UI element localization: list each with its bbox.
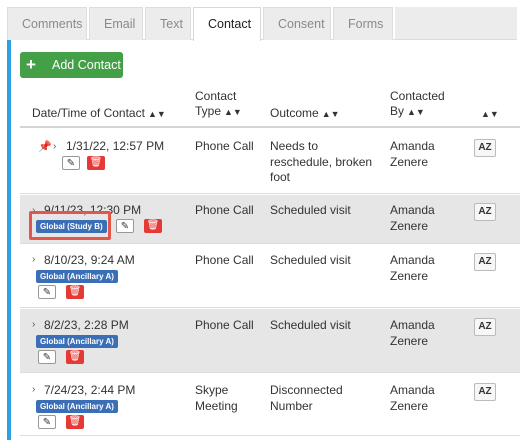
table-row: › 9/11/23, 12:30 PM Global (Study B) ✎ 🗑… (20, 195, 520, 244)
contacted-by: Amanda Zenere (390, 253, 435, 283)
contact-outcome: Scheduled visit (270, 203, 351, 217)
contact-type: Skype Meeting (195, 383, 238, 413)
table-header: Date/Time of Contact ▲▼ Contact Type ▲▼ Ou… (20, 84, 520, 128)
column-header-date-label: Date/Time of Contact (32, 106, 145, 120)
contact-outcome: Scheduled visit (270, 253, 351, 267)
trash-icon[interactable]: 🗑 (66, 350, 84, 364)
initials-badge[interactable]: AZ (474, 203, 496, 221)
contacted-by: Amanda Zenere (390, 203, 435, 233)
contact-date: 8/10/23, 9:24 AM (44, 253, 135, 267)
column-header-type[interactable]: Contact Type ▲▼ (195, 89, 255, 120)
column-header-by[interactable]: Contacted By ▲▼ (390, 89, 450, 120)
trash-icon[interactable]: 🗑 (87, 156, 105, 170)
add-contact-label: Add Contact (52, 58, 121, 72)
contact-outcome: Scheduled visit (270, 318, 351, 332)
pin-icon[interactable]: 📌 (38, 140, 52, 153)
table-row: › 7/24/23, 2:44 PM Global (Ancillary A) … (20, 374, 520, 436)
table-row: › 8/2/23, 2:28 PM Global (Ancillary A) ✎… (20, 309, 520, 373)
contact-outcome: Disconnected Number (270, 383, 343, 413)
trash-icon[interactable]: 🗑 (144, 219, 162, 233)
panel-accent-bar (7, 40, 11, 440)
plus-icon: + (26, 55, 36, 74)
edit-icon[interactable]: ✎ (62, 156, 80, 170)
column-header-outcome-label: Outcome (270, 106, 319, 120)
tab-email[interactable]: Email (89, 7, 143, 40)
contact-type: Phone Call (195, 203, 254, 217)
chevron-right-icon[interactable]: › (32, 254, 35, 265)
sort-icon: ▲▼ (147, 109, 166, 119)
contact-type: Phone Call (195, 253, 254, 267)
sort-icon: ▲▼ (481, 109, 499, 119)
column-header-date[interactable]: Date/Time of Contact ▲▼ (32, 106, 166, 122)
contacted-by: Amanda Zenere (390, 139, 435, 169)
contacted-by: Amanda Zenere (390, 318, 435, 348)
initials-badge[interactable]: AZ (474, 383, 496, 401)
edit-icon[interactable]: ✎ (38, 415, 56, 429)
chevron-right-icon[interactable]: › (32, 384, 35, 395)
column-header-actions[interactable]: ▲▼ (478, 106, 499, 122)
edit-icon[interactable]: ✎ (116, 219, 134, 233)
table-row: › 8/10/23, 9:24 AM Global (Ancillary A) … (20, 245, 520, 308)
tab-consent[interactable]: Consent (263, 7, 331, 40)
edit-icon[interactable]: ✎ (38, 285, 56, 299)
contacted-by: Amanda Zenere (390, 383, 435, 413)
chevron-right-icon[interactable]: › (53, 141, 56, 152)
contact-date: 8/2/23, 2:28 PM (44, 318, 129, 332)
highlight-box (29, 211, 111, 240)
contact-outcome: Needs to reschedule, broken foot (270, 139, 373, 184)
table-row: 📌 › 1/31/22, 12:57 PM ✎ 🗑 Phone Call Nee… (20, 129, 520, 194)
tab-comments[interactable]: Comments (7, 7, 87, 40)
column-header-outcome[interactable]: Outcome ▲▼ (270, 106, 340, 122)
tab-bar: Comments Email Text Contact Consent Form… (7, 7, 517, 41)
contact-type: Phone Call (195, 139, 254, 153)
study-badge: Global (Ancillary A) (36, 400, 118, 413)
sort-icon: ▲▼ (224, 107, 242, 117)
initials-badge[interactable]: AZ (474, 139, 496, 157)
tab-contact[interactable]: Contact (193, 7, 261, 41)
study-badge: Global (Ancillary A) (36, 335, 118, 348)
edit-icon[interactable]: ✎ (38, 350, 56, 364)
tab-text[interactable]: Text (145, 7, 191, 40)
trash-icon[interactable]: 🗑 (66, 415, 84, 429)
study-badge: Global (Ancillary A) (36, 270, 118, 283)
contact-date: 1/31/22, 12:57 PM (66, 139, 165, 153)
initials-badge[interactable]: AZ (474, 253, 496, 271)
tab-forms[interactable]: Forms (333, 7, 393, 40)
contact-date: 7/24/23, 2:44 PM (44, 383, 136, 397)
initials-badge[interactable]: AZ (474, 318, 496, 336)
sort-icon: ▲▼ (321, 109, 340, 119)
trash-icon[interactable]: 🗑 (66, 285, 84, 299)
chevron-right-icon[interactable]: › (32, 319, 35, 330)
add-contact-button[interactable]: + Add Contact (20, 52, 123, 78)
contact-type: Phone Call (195, 318, 254, 332)
tab-bar-filler (395, 7, 517, 39)
sort-icon: ▲▼ (407, 107, 425, 117)
